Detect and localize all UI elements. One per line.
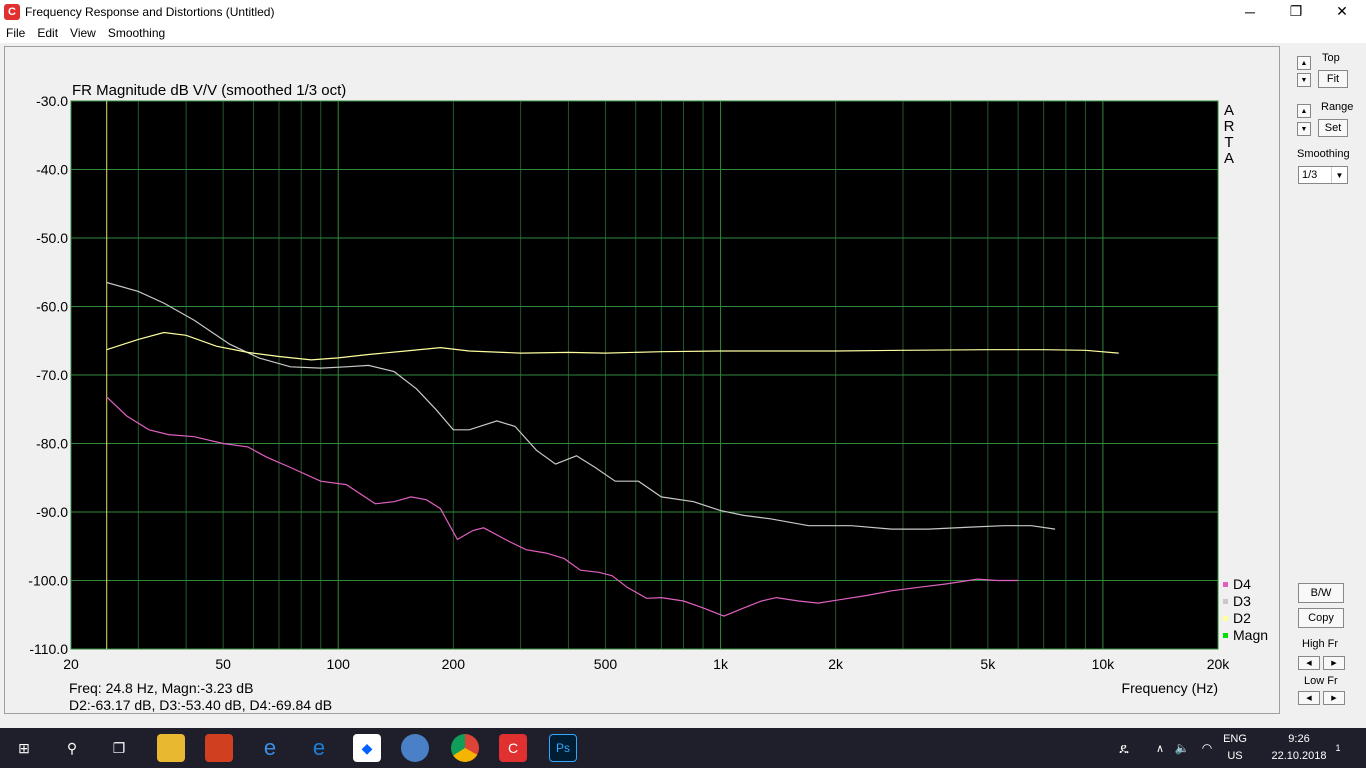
smoothing-label: Smoothing	[1297, 148, 1350, 160]
legend-swatch-d2	[1223, 616, 1228, 621]
windows-start-icon[interactable]: ⊞	[10, 734, 38, 762]
search-icon[interactable]: ⚲	[58, 734, 86, 762]
photoshop-icon[interactable]: Ps	[549, 734, 577, 762]
fit-button[interactable]: Fit	[1318, 70, 1348, 88]
x-tick-label: 1k	[713, 656, 729, 672]
menu-file[interactable]: File	[0, 26, 31, 40]
cursor-readout-line1: Freq: 24.8 Hz, Magn:-3.23 dB	[69, 680, 253, 696]
x-tick-label: 10k	[1092, 656, 1116, 672]
legend-label-magn: Magn	[1233, 627, 1268, 643]
y-tick-label: -90.0	[36, 504, 68, 520]
low-fr-left-icon[interactable]: ◀	[1298, 691, 1320, 705]
language-indicator[interactable]: ENG	[1220, 733, 1250, 745]
legend-swatch-d4	[1223, 582, 1228, 587]
close-button[interactable]: ✕	[1319, 0, 1365, 23]
internet-explorer-icon[interactable]: e	[256, 734, 284, 762]
people-icon[interactable]: ዴ	[1110, 734, 1138, 762]
task-view-icon[interactable]: ❐	[105, 734, 133, 762]
y-tick-label: -100.0	[28, 573, 68, 589]
range-label: Range	[1321, 101, 1354, 113]
y-tick-label: -80.0	[36, 436, 68, 452]
y-tick-label: -60.0	[36, 299, 68, 315]
arta-taskbar-icon[interactable]: C	[499, 734, 527, 762]
dropbox-icon[interactable]: ◆	[353, 734, 381, 762]
arta-watermark-letter: T	[1224, 134, 1233, 151]
x-tick-label: 2k	[828, 656, 844, 672]
taskbar: ⊞ ⚲ ❐ e e ◆ C Ps ዴ ∧ 🔈 ◠ ENG US 9:26 22.…	[0, 728, 1366, 768]
chart-area: FR Magnitude dB V/V (smoothed 1/3 oct) -3…	[4, 46, 1280, 714]
x-tick-label: 100	[327, 656, 351, 672]
notification-count: 1	[1335, 743, 1341, 753]
edge-browser-icon[interactable]: e	[305, 734, 333, 762]
arta-app-icon: C	[4, 3, 20, 20]
volume-icon[interactable]: 🔈	[1168, 734, 1196, 762]
smoothing-value: 1/3	[1302, 169, 1318, 181]
y-tick-label: -30.0	[36, 93, 68, 109]
window-title: Frequency Response and Distortions (Unti…	[25, 4, 275, 19]
maximize-button[interactable]: ❐	[1273, 0, 1319, 23]
chevron-down-icon: ▼	[1331, 167, 1347, 183]
smoothing-select[interactable]: 1/3 ▼	[1298, 166, 1348, 184]
menu-edit[interactable]: Edit	[31, 26, 64, 40]
x-tick-label: 50	[215, 656, 231, 672]
file-explorer-icon[interactable]	[157, 734, 185, 762]
app-launcher-icon[interactable]	[205, 734, 233, 762]
range-down-arrow-icon[interactable]: ▼	[1297, 122, 1311, 136]
chart-title: FR Magnitude dB V/V (smoothed 1/3 oct)	[72, 82, 346, 99]
legend-swatch-d3	[1223, 599, 1228, 604]
chrome-icon[interactable]	[451, 734, 479, 762]
legend-label-d2: D2	[1233, 610, 1251, 626]
legend-swatch-magn	[1223, 633, 1228, 638]
low-fr-label: Low Fr	[1304, 675, 1338, 687]
minimize-button[interactable]: ─	[1227, 0, 1273, 23]
x-tick-label: 20k	[1207, 656, 1231, 672]
arta-watermark-letter: A	[1224, 150, 1234, 167]
top-up-arrow-icon[interactable]: ▲	[1297, 56, 1311, 70]
menu-bar: File Edit View Smoothing	[0, 23, 1366, 43]
legend-label-d3: D3	[1233, 593, 1251, 609]
top-down-arrow-icon[interactable]: ▼	[1297, 73, 1311, 87]
y-tick-label: -40.0	[36, 162, 68, 178]
x-tick-label: 500	[594, 656, 618, 672]
chromium-icon[interactable]	[401, 734, 429, 762]
high-fr-right-icon[interactable]: ▶	[1323, 656, 1345, 670]
wifi-icon[interactable]: ◠	[1193, 734, 1221, 762]
menu-view[interactable]: View	[64, 26, 102, 40]
x-tick-label: 200	[442, 656, 466, 672]
legend-label-d4: D4	[1233, 576, 1251, 592]
notification-icon[interactable]: 1	[1324, 734, 1352, 762]
y-tick-label: -70.0	[36, 367, 68, 383]
menu-smoothing[interactable]: Smoothing	[102, 26, 171, 40]
bw-button[interactable]: B/W	[1298, 583, 1344, 603]
region-indicator[interactable]: US	[1220, 750, 1250, 762]
high-fr-label: High Fr	[1302, 638, 1339, 650]
set-button[interactable]: Set	[1318, 119, 1348, 137]
arta-watermark-letter: R	[1224, 118, 1235, 135]
arta-watermark-letter: A	[1224, 102, 1234, 119]
x-tick-label: 5k	[980, 656, 996, 672]
y-tick-label: -110.0	[29, 641, 68, 657]
copy-button[interactable]: Copy	[1298, 608, 1344, 628]
control-panel: ▲ ▼ Top Fit ▲ ▼ Range Set Smoothing 1/3 …	[1284, 46, 1366, 714]
top-label: Top	[1322, 52, 1340, 64]
high-fr-left-icon[interactable]: ◀	[1298, 656, 1320, 670]
y-tick-label: -50.0	[36, 230, 68, 246]
x-axis-label: Frequency (Hz)	[1122, 680, 1218, 696]
x-tick-label: 20	[63, 656, 79, 672]
cursor-readout-line2: D2:-63.17 dB, D3:-53.40 dB, D4:-69.84 dB	[69, 697, 332, 713]
frequency-response-chart[interactable]: FR Magnitude dB V/V (smoothed 1/3 oct)-3…	[5, 47, 1281, 715]
range-up-arrow-icon[interactable]: ▲	[1297, 104, 1311, 118]
title-bar: C Frequency Response and Distortions (Un…	[0, 0, 1366, 23]
low-fr-right-icon[interactable]: ▶	[1323, 691, 1345, 705]
